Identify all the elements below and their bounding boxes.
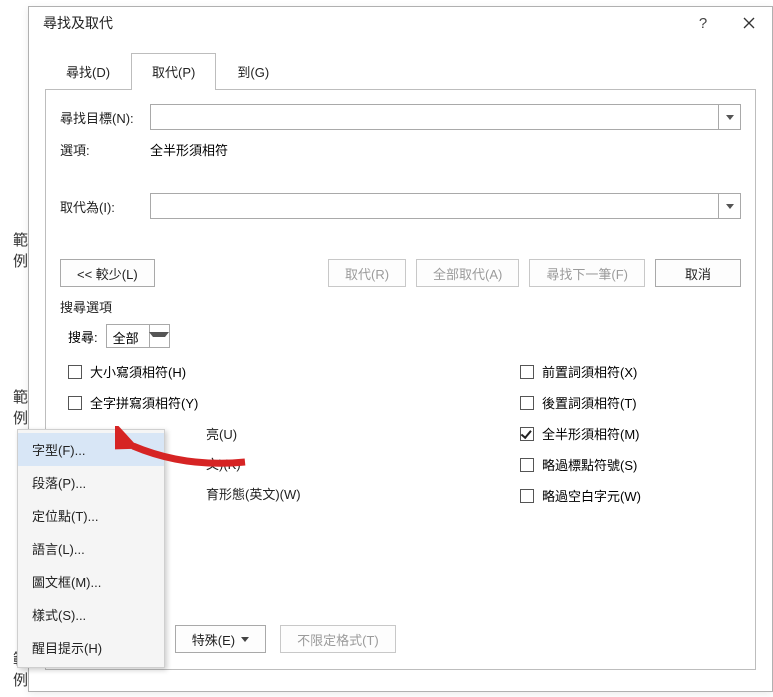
menu-item-tabs[interactable]: 定位點(T)... (18, 499, 164, 532)
check-prefix[interactable]: 前置詞須相符(X) (520, 362, 741, 381)
search-direction-value: 全部 (107, 325, 149, 347)
cancel-button[interactable]: 取消 (655, 259, 741, 287)
find-what-combo[interactable] (150, 104, 741, 130)
tab-replace[interactable]: 取代(P) (131, 53, 216, 89)
find-what-label: 尋找目標(N): (60, 108, 150, 127)
titlebar: 尋找及取代 ? (29, 7, 772, 39)
replace-all-button[interactable]: 全部取代(A) (416, 259, 519, 287)
menu-item-font[interactable]: 字型(F)... (18, 433, 164, 466)
obscured-text: 亮(U) (206, 424, 237, 443)
special-button[interactable]: 特殊(E) (175, 625, 266, 653)
menu-item-frame[interactable]: 圖文框(M)... (18, 565, 164, 598)
no-formatting-button[interactable]: 不限定格式(T) (280, 625, 396, 653)
obscured-text: 育形態(英文)(W) (206, 484, 301, 503)
menu-item-paragraph[interactable]: 段落(P)... (18, 466, 164, 499)
chevron-down-icon (241, 637, 249, 642)
replace-with-input[interactable] (151, 194, 718, 218)
checkbox-icon (520, 396, 534, 410)
checkbox-icon (520, 458, 534, 472)
check-suffix[interactable]: 後置詞須相符(T) (520, 393, 741, 412)
checkbox-icon (520, 365, 534, 379)
menu-item-language[interactable]: 語言(L)... (18, 532, 164, 565)
format-dropdown-menu: 字型(F)... 段落(P)... 定位點(T)... 語言(L)... 圖文框… (17, 429, 165, 668)
checkbox-icon (520, 489, 534, 503)
replace-button[interactable]: 取代(R) (328, 259, 406, 287)
checkbox-checked-icon (520, 427, 534, 441)
replace-with-label: 取代為(I): (60, 197, 150, 216)
check-whole-word[interactable]: 全字拼寫須相符(Y) (68, 393, 460, 412)
obscured-text: 文)(K) (206, 454, 241, 473)
check-ignore-space[interactable]: 略過空白字元(W) (520, 486, 741, 505)
menu-item-style[interactable]: 樣式(S)... (18, 598, 164, 631)
chevron-down-icon (149, 332, 169, 340)
search-direction-dropdown[interactable] (149, 325, 169, 347)
find-what-input[interactable] (151, 105, 718, 129)
checkbox-icon (68, 365, 82, 379)
replace-with-dropdown[interactable] (718, 194, 740, 218)
search-options-title: 搜尋選項 (60, 297, 741, 316)
options-text: 全半形須相符 (150, 140, 228, 159)
help-button[interactable]: ? (680, 7, 726, 39)
close-button[interactable] (726, 7, 772, 39)
tab-find[interactable]: 尋找(D) (45, 53, 131, 89)
check-match-case[interactable]: 大小寫須相符(H) (68, 362, 460, 381)
tab-goto[interactable]: 到(G) (216, 53, 290, 89)
chevron-down-icon (726, 204, 734, 209)
checkbox-icon (68, 396, 82, 410)
bg-text: 範例 (0, 229, 28, 271)
find-what-dropdown[interactable] (718, 105, 740, 129)
check-ignore-punct[interactable]: 略過標點符號(S) (520, 455, 741, 474)
menu-item-highlight[interactable]: 醒目提示(H) (18, 631, 164, 664)
chevron-down-icon (726, 115, 734, 120)
options-label: 選項: (60, 140, 150, 159)
search-direction-combo[interactable]: 全部 (106, 324, 170, 348)
dialog-title: 尋找及取代 (43, 13, 680, 33)
bg-text: 範例 (0, 386, 28, 428)
close-icon (743, 17, 755, 29)
tabstrip: 尋找(D) 取代(P) 到(G) (45, 53, 772, 89)
check-fullhalf[interactable]: 全半形須相符(M) (520, 424, 741, 443)
replace-with-combo[interactable] (150, 193, 741, 219)
search-direction-label: 搜尋: (68, 327, 98, 346)
less-button[interactable]: << 較少(L) (60, 259, 155, 287)
find-next-button[interactable]: 尋找下一筆(F) (529, 259, 645, 287)
